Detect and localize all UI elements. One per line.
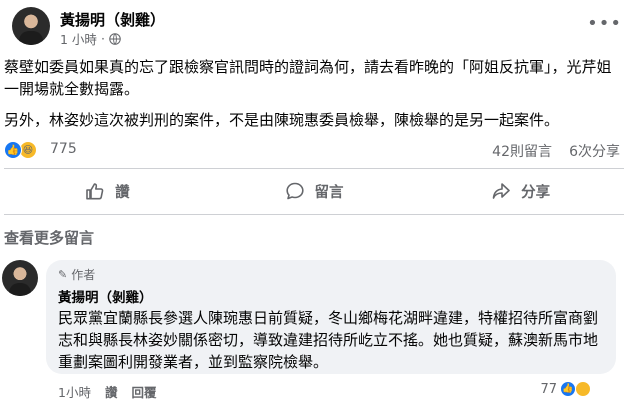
divider (4, 168, 624, 169)
author-avatar[interactable] (12, 7, 50, 45)
comment-author-avatar[interactable] (2, 260, 38, 296)
comment-footer: 1小時 讚 回覆 (58, 382, 156, 401)
comment-bubble-icon (285, 182, 304, 200)
comment-label: 留言 (314, 184, 344, 201)
author-badge-label: 作者 (71, 267, 96, 282)
share-arrow-icon (492, 183, 510, 199)
post-paragraph: 另外，林姿妙這次被判刑的案件，不是由陳琬惠委員檢舉，陳檢舉的是另一起案件。 (4, 111, 560, 129)
divider (4, 214, 624, 215)
post-meta: 1 小時 · (60, 29, 121, 48)
reaction-bar: 👍 😆 775 42則留言 6次分享 (4, 140, 624, 162)
like-reaction-icon: 👍 (560, 381, 576, 397)
post-time[interactable]: 1 小時 (60, 29, 97, 48)
comment-bubble: ✎ 作者 黃揚明（剝雞） 民眾黨宜蘭縣長參選人陳琬惠日前質疑，冬山鄉梅花湖畔違建… (46, 260, 616, 374)
like-button[interactable]: 讚 (4, 174, 211, 208)
share-count[interactable]: 6次分享 (569, 141, 620, 161)
more-options-icon[interactable]: ••• (587, 13, 622, 34)
post-actions: 讚 留言 分享 (4, 174, 624, 208)
comment-time[interactable]: 1小時 (58, 382, 91, 401)
post-header: 黃揚明（剝雞） 1 小時 · ••• (12, 7, 624, 47)
haha-reaction-icon (575, 381, 591, 397)
reaction-icons[interactable]: 👍 😆 (4, 141, 37, 159)
comment-button[interactable]: 留言 (211, 174, 418, 208)
globe-icon (109, 32, 121, 45)
thumbs-up-icon (86, 183, 104, 200)
comment-text: 民眾黨宜蘭縣長參選人陳琬惠日前質疑，冬山鄉梅花湖畔違建，特權招待所富商劉志和與縣… (58, 309, 599, 371)
post-paragraph: 蔡壁如委員如果真的忘了跟檢察官訊問時的證詞為何，請去看昨晚的「阿姐反抗軍」，光芹… (4, 58, 612, 98)
comment-reply-link[interactable]: 回覆 (131, 382, 156, 401)
comment-count[interactable]: 42則留言 (492, 141, 552, 161)
share-button[interactable]: 分享 (417, 174, 624, 208)
like-reaction-icon: 👍 (4, 141, 22, 159)
comment-reactions[interactable]: 77 👍 (540, 381, 591, 397)
post-author-name[interactable]: 黃揚明（剝雞） (60, 9, 165, 30)
comment-like-link[interactable]: 讚 (105, 382, 118, 401)
reaction-count[interactable]: 775 (50, 141, 77, 157)
view-more-comments-link[interactable]: 查看更多留言 (4, 227, 94, 248)
like-label: 讚 (115, 184, 130, 201)
pen-icon: ✎ (58, 267, 68, 281)
post-body: 蔡壁如委員如果真的忘了跟檢察官訊問時的證詞為何，請去看昨晚的「阿姐反抗軍」，光芹… (4, 56, 624, 140)
share-label: 分享 (521, 184, 551, 201)
comment-author-name[interactable]: 黃揚明（剝雞） (58, 286, 604, 306)
comment-reaction-count: 77 (540, 381, 557, 397)
author-badge: ✎ 作者 (58, 266, 604, 282)
